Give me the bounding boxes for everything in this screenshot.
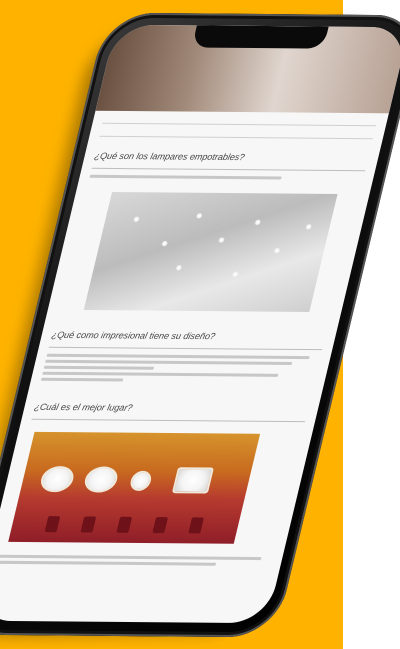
chair <box>116 516 133 533</box>
section-divider-1 <box>91 167 366 172</box>
ceiling-lamp <box>171 467 215 494</box>
paragraph-line <box>89 174 282 180</box>
ceiling-spotlight <box>217 237 226 244</box>
chair <box>80 516 97 533</box>
ceiling-lamp <box>82 466 121 493</box>
chair <box>44 516 61 533</box>
ceiling-spotlight <box>195 212 204 219</box>
paragraph-line <box>42 371 279 377</box>
ceiling-spotlight <box>175 264 183 271</box>
ceiling-spotlight <box>132 216 141 223</box>
chair <box>188 517 205 534</box>
paragraph-line <box>46 353 310 360</box>
section-heading-3: ¿Cuál es el mejor lugar? <box>33 401 134 413</box>
ceiling-spotlight <box>273 247 281 254</box>
breadcrumb <box>99 122 377 140</box>
ceiling-spotlight <box>304 223 313 230</box>
ceiling-spotlight <box>160 240 169 247</box>
ceiling-spotlight <box>231 271 240 278</box>
chair <box>152 517 169 534</box>
dining-room-image <box>8 431 261 544</box>
paragraph-line <box>40 377 124 382</box>
section-divider-3 <box>31 418 306 423</box>
paragraph-line <box>43 365 154 370</box>
ceiling-lights-image <box>83 192 338 312</box>
paragraph-line <box>0 554 262 561</box>
phone-notch-icon <box>191 25 329 49</box>
ceiling-lamp <box>128 470 154 491</box>
marketing-stage: ¿Qué son los lampares empotrables? ¿Qué … <box>0 0 400 649</box>
paragraph-line <box>0 560 217 566</box>
ceiling-spotlight <box>254 219 262 226</box>
paragraph-line <box>45 359 292 365</box>
section-heading-2: ¿Qué como impresional tiene su diseño? <box>50 329 217 342</box>
section-divider-2 <box>48 346 323 351</box>
section-heading-1: ¿Qué son los lampares empotrables? <box>93 150 246 163</box>
ceiling-lamp <box>38 466 77 493</box>
